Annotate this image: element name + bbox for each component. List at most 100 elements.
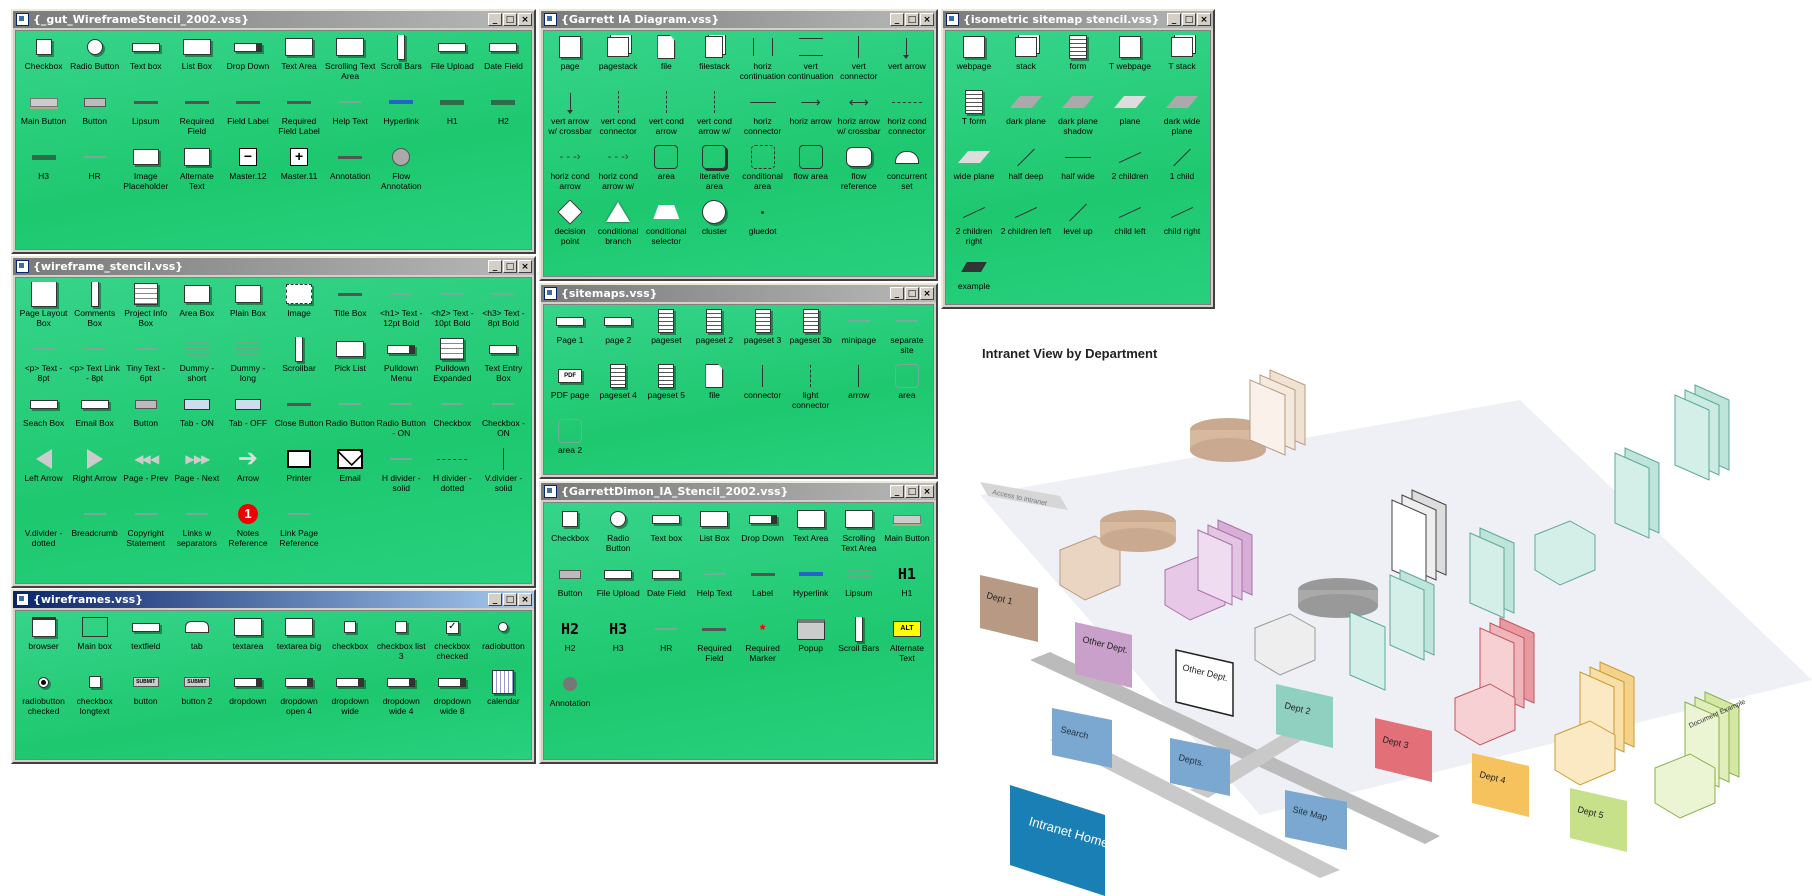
stencil-master-hr[interactable]: HR bbox=[642, 617, 690, 672]
stencil-master-project-info-box[interactable]: Project Info Box bbox=[120, 282, 171, 337]
stencil-master-button[interactable]: Button bbox=[120, 392, 171, 447]
stencil-master-dummy-short[interactable]: Dummy - short bbox=[171, 337, 222, 392]
stencil-master-2-children-left[interactable]: 2 children left bbox=[1000, 200, 1052, 255]
stencil-master-arrow[interactable]: arrow bbox=[835, 364, 883, 419]
stencil-master-list-box[interactable]: List Box bbox=[690, 507, 738, 562]
stencil-master-area-box[interactable]: Area Box bbox=[171, 282, 222, 337]
stencil-master-area-2[interactable]: area 2 bbox=[546, 419, 594, 474]
maximize-button[interactable]: □ bbox=[1182, 13, 1196, 26]
stencil-master-h1-text-12pt-bold[interactable]: <h1> Text - 12pt Bold bbox=[376, 282, 427, 337]
stencil-master-flow-area[interactable]: flow area bbox=[787, 145, 835, 200]
stencil-master-dark-plane[interactable]: dark plane bbox=[1000, 90, 1052, 145]
stencil-master-annotation[interactable]: Annotation bbox=[546, 672, 594, 727]
stencil-master-half-deep[interactable]: half deep bbox=[1000, 145, 1052, 200]
stencil-master-child-right[interactable]: child right bbox=[1156, 200, 1208, 255]
stencil-master-scroll-bars[interactable]: Scroll Bars bbox=[835, 617, 883, 672]
stencil-master-vert-cond-connector[interactable]: vert cond connector bbox=[594, 90, 642, 145]
stencil-master-webpage[interactable]: webpage bbox=[948, 35, 1000, 90]
stencil-master-p-text-8pt[interactable]: <p> Text - 8pt bbox=[18, 337, 69, 392]
minimize-button[interactable]: _ bbox=[488, 593, 502, 606]
window-garrett-dimon[interactable]: {GarrettDimon_IA_Stencil_2002.vss} _ □ × C… bbox=[539, 481, 938, 764]
stencil-master-horiz-cond-arrow-w[interactable]: - - -› horiz cond arrow w/ bbox=[594, 145, 642, 200]
stencil-master-textfield[interactable]: textfield bbox=[120, 615, 171, 670]
stencil-master-drop-down[interactable]: Drop Down bbox=[222, 35, 273, 90]
stencil-master-h2-text-10pt-bold[interactable]: <h2> Text - 10pt Bold bbox=[427, 282, 478, 337]
stencil-master-h-divider-solid[interactable]: H divider - solid bbox=[376, 447, 427, 502]
stencil-master-link-page-reference[interactable]: Link Page Reference bbox=[273, 502, 324, 557]
stencil-master-file-upload[interactable]: File Upload bbox=[594, 562, 642, 617]
maximize-button[interactable]: □ bbox=[905, 485, 919, 498]
minimize-button[interactable]: _ bbox=[488, 13, 502, 26]
stencil-master-text-box[interactable]: Text box bbox=[120, 35, 171, 90]
close-button[interactable]: × bbox=[1197, 13, 1211, 26]
stencil-master-plain-box[interactable]: Plain Box bbox=[222, 282, 273, 337]
minimize-button[interactable]: _ bbox=[890, 485, 904, 498]
stencil-master-file[interactable]: file bbox=[690, 364, 738, 419]
window-isometric-sitemap[interactable]: {isometric sitemap stencil.vss} _ □ × webp… bbox=[941, 9, 1215, 309]
stencil-master-tab-on[interactable]: Tab - ON bbox=[171, 392, 222, 447]
stencil-master-text-entry-box[interactable]: Text Entry Box bbox=[478, 337, 529, 392]
window-garrett-ia[interactable]: {Garrett IA Diagram.vss} _ □ × page pagesta… bbox=[539, 9, 938, 281]
stencil-master-connector[interactable]: connector bbox=[739, 364, 787, 419]
stencil-master-dark-wide-plane[interactable]: dark wide plane bbox=[1156, 90, 1208, 145]
stencil-master-pagestack[interactable]: pagestack bbox=[594, 35, 642, 90]
stencil-master-child-left[interactable]: child left bbox=[1104, 200, 1156, 255]
stencil-master-h3[interactable]: H3 bbox=[18, 145, 69, 200]
stencil-master-flow-reference[interactable]: flow reference bbox=[835, 145, 883, 200]
stencil-master-hyperlink[interactable]: Hyperlink bbox=[787, 562, 835, 617]
close-button[interactable]: × bbox=[920, 287, 934, 300]
stencil-master-button[interactable]: SUBMIT button bbox=[120, 670, 171, 725]
stencil-master-1-child[interactable]: 1 child bbox=[1156, 145, 1208, 200]
window-wireframes[interactable]: {wireframes.vss} _ □ × browser Main box text… bbox=[11, 589, 536, 764]
minimize-button[interactable]: _ bbox=[1167, 13, 1181, 26]
stencil-master-pick-list[interactable]: Pick List bbox=[325, 337, 376, 392]
stencil-master-popup[interactable]: Popup bbox=[787, 617, 835, 672]
stencil-master-t-form[interactable]: T form bbox=[948, 90, 1000, 145]
stencil-master-t-stack[interactable]: T stack bbox=[1156, 35, 1208, 90]
stencil-master-annotation[interactable]: Annotation bbox=[325, 145, 376, 200]
stencil-master-2-children-right[interactable]: 2 children right bbox=[948, 200, 1000, 255]
title-bar[interactable]: {wireframes.vss} _ □ × bbox=[13, 591, 534, 608]
stencil-master-browser[interactable]: browser bbox=[18, 615, 69, 670]
stencil-master-arrow[interactable]: ➔ Arrow bbox=[222, 447, 273, 502]
stencil-master-conditional-area[interactable]: conditional area bbox=[739, 145, 787, 200]
stencil-master-master-12[interactable]: − Master.12 bbox=[222, 145, 273, 200]
stencil-master-help-text[interactable]: Help Text bbox=[690, 562, 738, 617]
stencil-master-notes-reference[interactable]: 1 Notes Reference bbox=[222, 502, 273, 557]
stencil-master-radio-button-on[interactable]: Radio Button - ON bbox=[376, 392, 427, 447]
stencil-master-help-text[interactable]: Help Text bbox=[325, 90, 376, 145]
stencil-master-page-next[interactable]: ▶ ▶▶ Page - Next bbox=[171, 447, 222, 502]
window-wireframe-stencil[interactable]: {wireframe_stencil.vss} _ □ × Page Layout … bbox=[11, 256, 536, 588]
maximize-button[interactable]: □ bbox=[503, 260, 517, 273]
window-gut-stencil[interactable]: {_gut_WireframeStencil_2002.vss} _ □ × Che… bbox=[11, 9, 536, 254]
stencil-master-horiz-cond-arrow[interactable]: - - -› horiz cond arrow bbox=[546, 145, 594, 200]
stencil-master-h2[interactable]: H2 bbox=[478, 90, 529, 145]
minimize-button[interactable]: _ bbox=[890, 13, 904, 26]
stencil-master-calendar[interactable]: calendar bbox=[478, 670, 529, 725]
stencil-master-gluedot[interactable]: gluedot bbox=[739, 200, 787, 255]
stencil-master-button-2[interactable]: SUBMIT button 2 bbox=[171, 670, 222, 725]
stencil-master-text-area[interactable]: Text Area bbox=[787, 507, 835, 562]
stencil-master-left-arrow[interactable]: Left Arrow bbox=[18, 447, 69, 502]
stencil-master-right-arrow[interactable]: Right Arrow bbox=[69, 447, 120, 502]
stencil-master-page-1[interactable]: Page 1 bbox=[546, 309, 594, 364]
close-button[interactable]: × bbox=[920, 13, 934, 26]
stencil-master-tab-off[interactable]: Tab - OFF bbox=[222, 392, 273, 447]
stencil-master-t-webpage[interactable]: T webpage bbox=[1104, 35, 1156, 90]
stencil-master-list-box[interactable]: List Box bbox=[171, 35, 222, 90]
stencil-master-pageset-5[interactable]: pageset 5 bbox=[642, 364, 690, 419]
stencil-master-iterative-area[interactable]: iterative area bbox=[690, 145, 738, 200]
stencil-master-h3[interactable]: H3 H3 bbox=[594, 617, 642, 672]
stencil-master-button[interactable]: Button bbox=[546, 562, 594, 617]
stencil-master-master-11[interactable]: + Master.11 bbox=[273, 145, 324, 200]
stencil-master-seach-box[interactable]: Seach Box bbox=[18, 392, 69, 447]
title-bar[interactable]: {_gut_WireframeStencil_2002.vss} _ □ × bbox=[13, 11, 534, 28]
stencil-master-label[interactable]: Label bbox=[739, 562, 787, 617]
stencil-master-horiz-arrow-w-crossbar[interactable]: ⟷ horiz arrow w/ crossbar bbox=[835, 90, 883, 145]
stencil-master-text-box[interactable]: Text box bbox=[642, 507, 690, 562]
stencil-master-file[interactable]: file bbox=[642, 35, 690, 90]
stencil-master-radio-button[interactable]: Radio Button bbox=[69, 35, 120, 90]
stencil-master-area[interactable]: area bbox=[883, 364, 931, 419]
stencil-master-area[interactable]: area bbox=[642, 145, 690, 200]
maximize-button[interactable]: □ bbox=[503, 593, 517, 606]
